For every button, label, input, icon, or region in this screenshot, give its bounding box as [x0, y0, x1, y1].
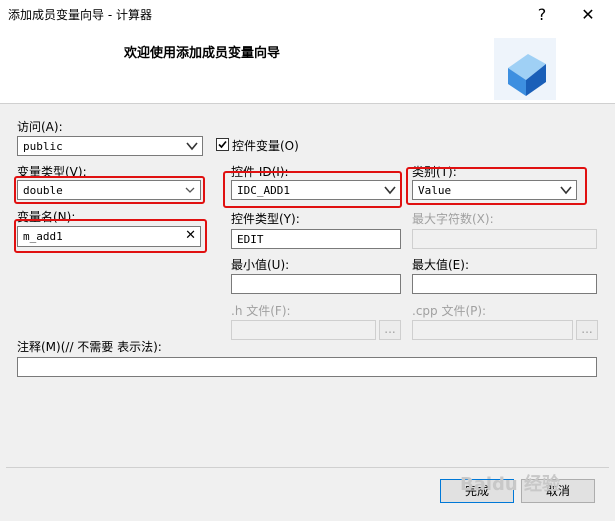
var-name-label: 变量名(N):	[17, 210, 76, 224]
control-type-field: EDIT	[231, 229, 401, 249]
access-combo[interactable]: public	[17, 136, 203, 156]
h-file-browse-button: ...	[379, 320, 401, 340]
max-value-label: 最大值(E):	[412, 258, 469, 272]
wizard-cube-icon	[494, 38, 556, 100]
var-type-combo[interactable]: double	[17, 180, 201, 200]
cpp-file-label: .cpp 文件(P):	[412, 304, 487, 318]
clear-icon[interactable]: ✕	[185, 228, 196, 243]
min-value-input[interactable]	[231, 274, 401, 294]
control-id-value: IDC_ADD1	[237, 184, 290, 197]
h-file-label: .h 文件(F):	[231, 304, 291, 318]
window-title: 添加成员变量向导 - 计算器	[8, 8, 152, 22]
access-value: public	[23, 140, 63, 153]
chevron-down-icon	[186, 142, 198, 151]
var-type-label: 变量类型(V):	[17, 165, 87, 179]
chevron-down-icon	[185, 187, 195, 193]
chevron-down-icon	[384, 186, 396, 195]
help-button[interactable]: ?	[530, 4, 554, 26]
footer-divider	[6, 467, 609, 468]
control-type-value: EDIT	[237, 233, 264, 246]
control-variable-checkbox[interactable]	[216, 138, 229, 151]
h-file-input	[231, 320, 376, 340]
category-label: 类别(T):	[412, 165, 457, 179]
comment-input[interactable]	[17, 357, 597, 377]
comment-label: 注释(M)(// 不需要 表示法):	[17, 340, 162, 354]
category-combo[interactable]: Value	[412, 180, 577, 200]
welcome-heading: 欢迎使用添加成员变量向导	[124, 46, 281, 61]
close-button[interactable]: ✕	[576, 4, 600, 26]
control-id-combo[interactable]: IDC_ADD1	[231, 180, 401, 200]
control-variable-label: 控件变量(O)	[232, 139, 299, 153]
control-id-label: 控件 ID(I):	[231, 165, 289, 179]
max-value-input[interactable]	[412, 274, 597, 294]
var-name-input[interactable]: m_add1 ✕	[17, 226, 201, 247]
var-name-value: m_add1	[23, 230, 63, 243]
min-value-label: 最小值(U):	[231, 258, 290, 272]
chevron-down-icon	[560, 186, 572, 195]
cpp-file-browse-button: ...	[576, 320, 598, 340]
cpp-file-input	[412, 320, 573, 340]
max-chars-label: 最大字符数(X):	[412, 212, 494, 226]
checkmark-icon	[218, 140, 227, 149]
watermark: Baidu 经验	[460, 474, 561, 495]
max-chars-input	[412, 229, 597, 249]
access-label: 访问(A):	[17, 120, 63, 134]
control-type-label: 控件类型(Y):	[231, 212, 300, 226]
category-value: Value	[418, 184, 452, 197]
var-type-value: double	[23, 184, 63, 197]
